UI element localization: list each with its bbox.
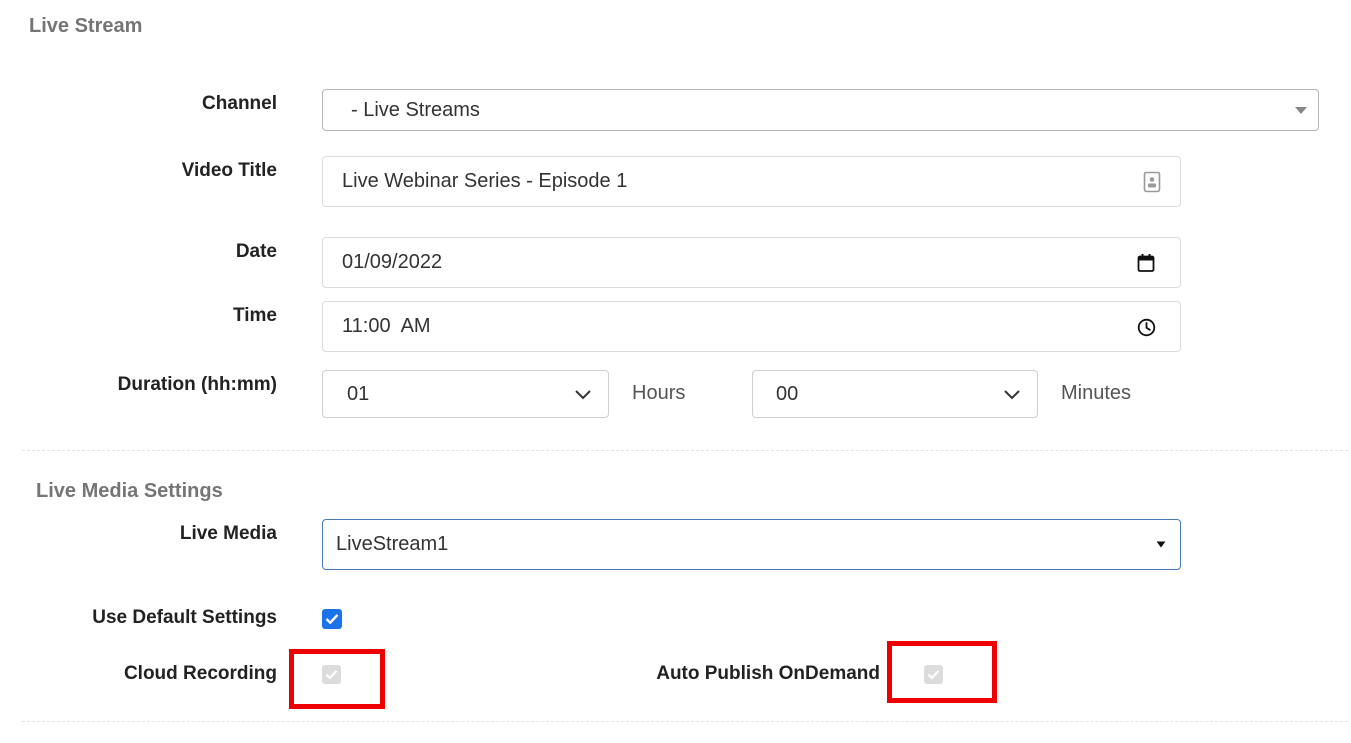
checkmark-icon — [325, 614, 339, 625]
section-title-live-stream: Live Stream — [29, 15, 143, 37]
section-divider — [22, 450, 1348, 451]
highlight-box-cloud-recording — [289, 649, 385, 709]
caret-down-icon — [1156, 540, 1166, 548]
duration-hours-select[interactable]: 01 — [322, 370, 609, 418]
caret-down-icon — [1294, 104, 1308, 116]
channel-select[interactable]: - Live Streams — [322, 89, 1319, 131]
date-input[interactable]: 01/09/2022 — [322, 237, 1181, 288]
video-title-label: Video Title — [181, 160, 277, 181]
use-default-settings-label: Use Default Settings — [92, 607, 277, 628]
channel-label: Channel — [202, 93, 277, 114]
section-divider — [22, 721, 1348, 722]
calendar-icon[interactable] — [1136, 252, 1156, 274]
contact-card-icon[interactable] — [1142, 171, 1162, 193]
use-default-settings-checkbox[interactable] — [322, 609, 342, 629]
clock-icon[interactable] — [1136, 317, 1156, 337]
live-media-value: LiveStream1 — [336, 533, 449, 555]
duration-minutes-value: 00 — [776, 382, 799, 405]
video-title-input[interactable]: Live Webinar Series - Episode 1 — [322, 156, 1181, 207]
duration-minutes-select[interactable]: 00 — [752, 370, 1038, 418]
time-input[interactable]: 11:00 AM — [322, 301, 1181, 352]
date-label: Date — [235, 241, 277, 262]
duration-minutes-unit: Minutes — [1061, 382, 1132, 404]
section-title-live-media-settings: Live Media Settings — [36, 480, 223, 502]
highlight-box-auto-publish — [887, 641, 997, 703]
cloud-recording-label: Cloud Recording — [123, 663, 277, 684]
chevron-down-icon — [1003, 387, 1021, 401]
live-media-label: Live Media — [179, 523, 277, 544]
channel-select-value: - Live Streams — [351, 98, 480, 121]
time-value: 11:00 AM — [342, 315, 431, 337]
duration-hours-value: 01 — [347, 382, 370, 405]
video-title-value: Live Webinar Series - Episode 1 — [342, 170, 628, 192]
live-media-select[interactable]: LiveStream1 — [322, 519, 1181, 570]
time-label: Time — [232, 305, 277, 326]
chevron-down-icon — [574, 387, 592, 401]
date-value: 01/09/2022 — [342, 251, 443, 273]
duration-hours-unit: Hours — [632, 382, 686, 404]
auto-publish-ondemand-label: Auto Publish OnDemand — [656, 663, 880, 684]
duration-label: Duration (hh:mm) — [117, 374, 277, 395]
